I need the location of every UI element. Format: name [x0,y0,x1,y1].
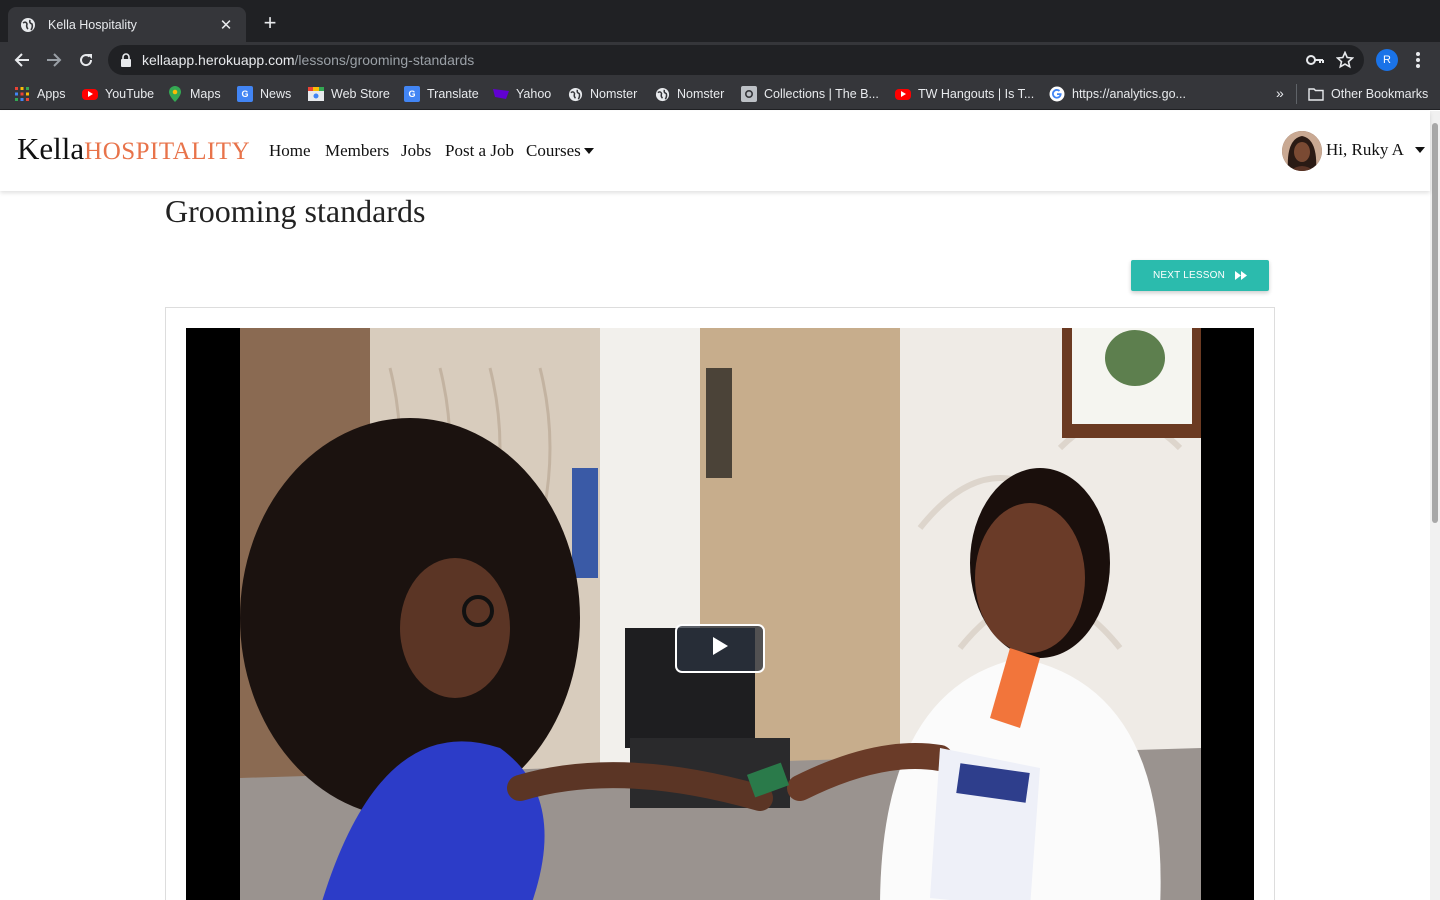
user-greeting: Hi, Ruky A [1326,140,1403,159]
close-tab-icon[interactable]: ✕ [218,16,234,34]
bookmark-analytics[interactable]: https://analytics.go... [1049,85,1186,103]
site-navbar: KellaHOSPITALITY Home Members Jobs Post … [0,111,1430,191]
bookmark-other-bookmarks[interactable]: Other Bookmarks [1308,85,1428,103]
key-icon[interactable] [1306,52,1324,73]
reload-icon[interactable] [74,48,98,72]
url-path: /lessons/grooming-standards [294,52,475,68]
bookmark-translate[interactable]: G Translate [404,85,479,103]
bookmark-tw-hangouts[interactable]: TW Hangouts | Is T... [895,85,1034,103]
brand-accent: HOSPITALITY [84,138,251,165]
bookmarks-divider [1296,84,1297,104]
bookmark-nomster-2[interactable]: Nomster [654,85,724,103]
bookmark-label: Nomster [677,87,725,101]
tab-title: Kella Hospitality [48,17,137,32]
bookmark-label: Nomster [590,87,638,101]
new-tab-icon[interactable]: + [258,12,282,36]
bookmark-label: Collections | The B... [764,87,879,101]
site-logo[interactable]: KellaHOSPITALITY [17,131,250,167]
yahoo-icon [493,86,509,102]
bookmark-label: Web Store [331,87,390,101]
globe-icon [20,17,36,33]
bookmark-yahoo[interactable]: Yahoo [493,85,551,103]
youtube-icon [82,88,98,100]
collections-icon [741,86,757,102]
bookmark-maps[interactable]: Maps [167,85,221,103]
bookmark-nomster-1[interactable]: Nomster [567,85,637,103]
caret-down-icon [583,147,594,154]
nav-home[interactable]: Home [269,141,311,161]
bookmark-label: Other Bookmarks [1331,87,1429,101]
nav-jobs[interactable]: Jobs [401,141,431,161]
bookmark-collections[interactable]: Collections | The B... [741,85,879,103]
lesson-card [165,307,1275,900]
bookmark-label: Yahoo [516,87,552,101]
video-thumbnail [240,328,1201,900]
play-icon [712,637,728,660]
lesson-title: Grooming standards [165,193,426,229]
fast-forward-icon [1235,271,1248,280]
star-icon[interactable] [1335,50,1355,74]
next-lesson-button[interactable]: NEXT LESSON [1131,260,1269,291]
scrollbar-thumb[interactable] [1432,123,1438,523]
bookmark-label: https://analytics.go... [1072,87,1186,101]
more-bookmarks-icon[interactable]: » [1276,85,1284,101]
page-scrollbar[interactable] [1430,111,1440,900]
bookmark-news[interactable]: G News [237,85,291,103]
bookmark-label: News [260,87,292,101]
nav-post-a-job[interactable]: Post a Job [445,141,514,161]
address-bar[interactable]: kellaapp.herokuapp.com/lessons/grooming-… [108,45,1364,75]
browser-tab-bar: Kella Hospitality ✕ + [0,0,1440,42]
nav-courses-dropdown[interactable]: Courses [526,141,594,161]
back-arrow-icon[interactable] [10,48,34,72]
web-store-icon [308,86,324,102]
folder-icon [1308,86,1324,102]
nav-courses-label: Courses [526,141,581,160]
forward-arrow-icon[interactable] [42,48,66,72]
lock-icon [120,53,132,67]
url-host: kellaapp.herokuapp.com [142,52,295,68]
user-avatar[interactable] [1282,131,1322,171]
brand-main: Kella [17,131,85,166]
browser-toolbar: kellaapp.herokuapp.com/lessons/grooming-… [0,42,1440,78]
youtube-icon [895,88,911,100]
nav-members[interactable]: Members [325,141,389,161]
more-menu-icon[interactable] [1410,50,1426,70]
globe-icon [567,86,583,102]
user-menu-dropdown[interactable]: Hi, Ruky A [1326,140,1426,160]
google-icon [1049,86,1065,102]
apps-grid-icon [14,86,30,102]
caret-down-icon [1415,146,1426,153]
translate-icon: G [404,86,420,102]
video-player[interactable] [186,328,1254,900]
news-icon: G [237,86,253,102]
bookmark-label: TW Hangouts | Is T... [918,87,1035,101]
bookmark-label: YouTube [105,87,155,101]
play-button[interactable] [675,624,765,673]
globe-icon [654,86,670,102]
bookmark-apps[interactable]: Apps [14,85,66,103]
bookmark-label: Maps [190,87,221,101]
bookmark-web-store[interactable]: Web Store [308,85,390,103]
profile-avatar[interactable]: R [1376,49,1398,71]
bookmarks-bar: Apps YouTube Maps G News Web Store G Trans… [0,78,1440,110]
bookmark-youtube[interactable]: YouTube [82,85,154,103]
browser-tab[interactable]: Kella Hospitality ✕ [8,7,246,42]
bookmark-label: Translate [427,87,479,101]
bookmark-label: Apps [37,87,66,101]
maps-icon [167,86,183,102]
next-lesson-label: NEXT LESSON [1152,270,1226,281]
